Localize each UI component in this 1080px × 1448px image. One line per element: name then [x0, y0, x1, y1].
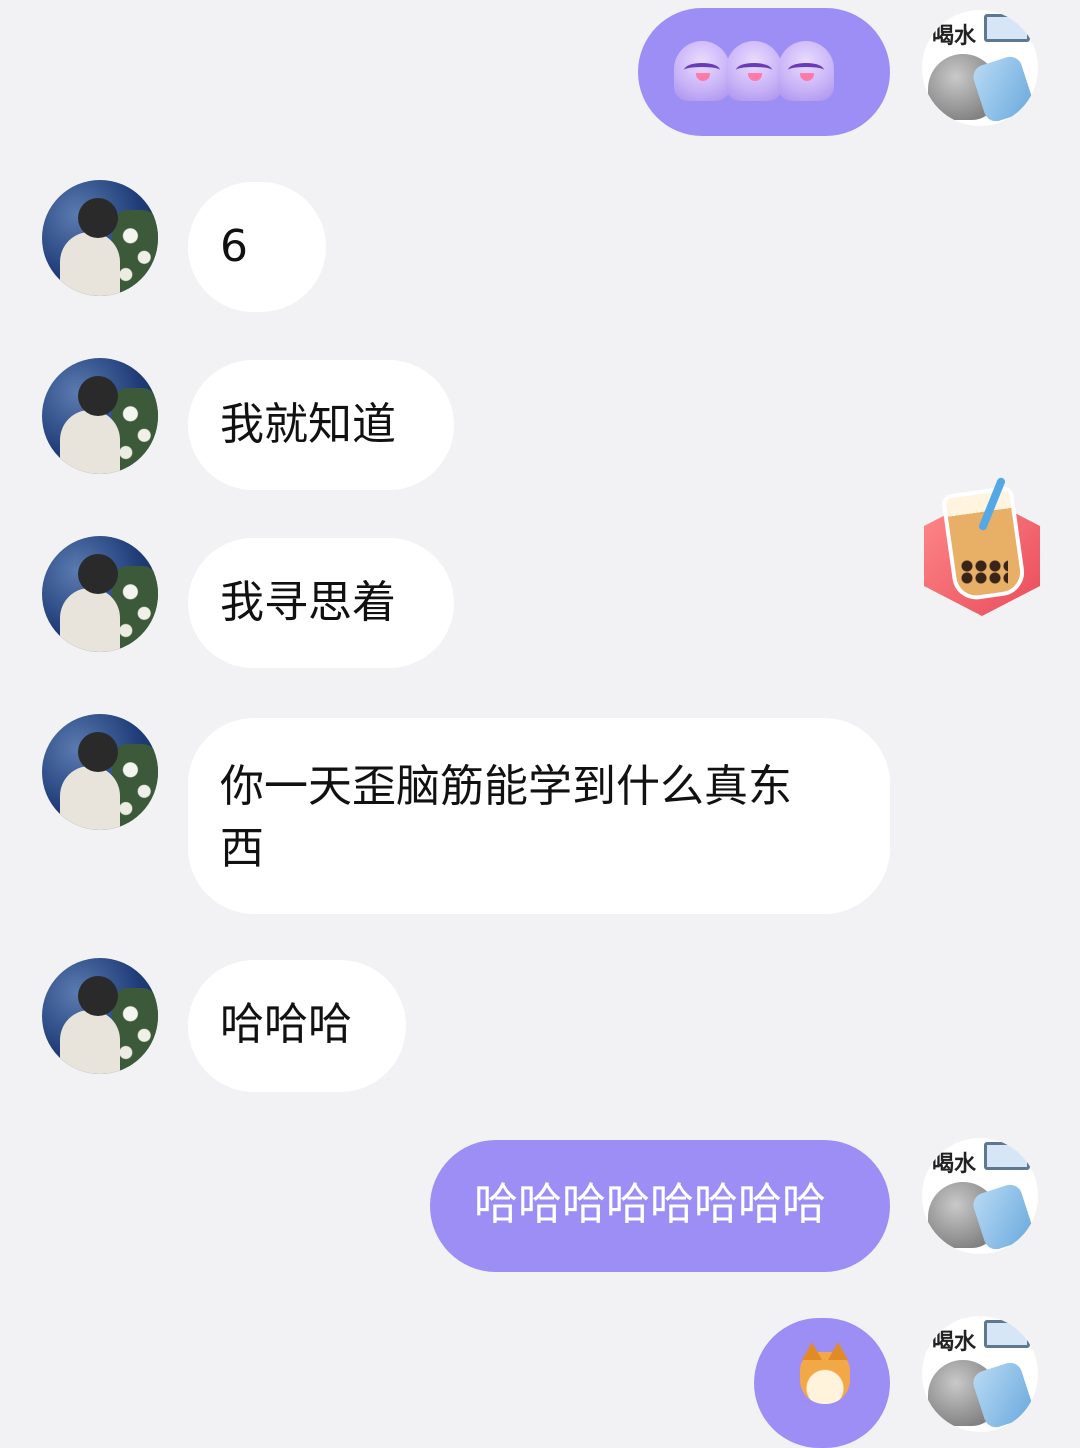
- message-text: 6: [220, 221, 248, 272]
- message-row-other: 我寻思着: [0, 536, 1080, 668]
- avatar-caption: 喝水: [932, 1330, 977, 1355]
- message-row-self: 喝水: [0, 1316, 1080, 1448]
- message-text: 我就知道: [220, 399, 396, 450]
- message-row-other: 6: [0, 180, 1080, 312]
- message-text: 哈哈哈哈哈哈哈哈: [474, 1179, 826, 1230]
- message-bubble-other[interactable]: 我寻思着: [188, 538, 454, 668]
- message-bubble-other[interactable]: 我就知道: [188, 360, 454, 490]
- message-row-self: 哈哈哈哈哈哈哈哈 喝水: [0, 1138, 1080, 1272]
- person-head: [78, 976, 118, 1016]
- contact-avatar[interactable]: [42, 714, 158, 830]
- person-icon: [60, 1010, 120, 1074]
- message-text: 你一天歪脑筋能学到什么真东西: [220, 761, 792, 874]
- avatar-caption: 喝水: [932, 1152, 977, 1177]
- avatar-caption: 喝水: [932, 24, 977, 49]
- monitor-icon: [984, 14, 1030, 42]
- person-head: [78, 732, 118, 772]
- ghost-laugh-icon: [778, 41, 834, 101]
- message-bubble-other[interactable]: 你一天歪脑筋能学到什么真东西: [188, 718, 890, 914]
- contact-avatar[interactable]: [42, 358, 158, 474]
- self-avatar[interactable]: 喝水: [922, 10, 1038, 126]
- self-avatar[interactable]: 喝水: [922, 1138, 1038, 1254]
- shiba-dog-icon: [800, 1342, 850, 1404]
- message-bubble-other[interactable]: 6: [188, 182, 326, 312]
- person-head: [78, 198, 118, 238]
- message-text: 哈哈哈: [220, 999, 352, 1050]
- person-icon: [60, 232, 120, 296]
- message-bubble-self[interactable]: [754, 1318, 890, 1448]
- self-avatar[interactable]: 喝水: [922, 1316, 1038, 1432]
- person-icon: [60, 588, 120, 652]
- message-bubble-self[interactable]: 哈哈哈哈哈哈哈哈: [430, 1140, 890, 1272]
- message-row-self: 喝水: [0, 8, 1080, 136]
- person-head: [78, 554, 118, 594]
- person-icon: [60, 766, 120, 830]
- contact-avatar[interactable]: [42, 536, 158, 652]
- message-row-other: 你一天歪脑筋能学到什么真东西: [0, 714, 1080, 914]
- monitor-icon: [984, 1142, 1030, 1170]
- message-bubble-other[interactable]: 哈哈哈: [188, 960, 406, 1092]
- message-row-other: 我就知道: [0, 358, 1080, 490]
- message-bubble-self[interactable]: [638, 8, 890, 136]
- message-row-other: 哈哈哈: [0, 958, 1080, 1092]
- ghost-laugh-icon: [674, 41, 730, 101]
- ghost-laugh-icon: [726, 41, 782, 101]
- person-head: [78, 376, 118, 416]
- monitor-icon: [984, 1320, 1030, 1348]
- person-icon: [60, 410, 120, 474]
- message-text: 我寻思着: [220, 577, 396, 628]
- contact-avatar[interactable]: [42, 958, 158, 1074]
- contact-avatar[interactable]: [42, 180, 158, 296]
